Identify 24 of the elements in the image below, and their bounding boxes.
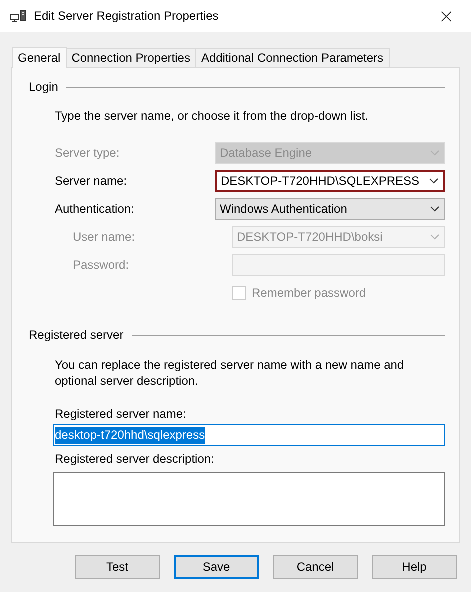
- instruction-text: Type the server name, or choose it from the drop-down list.: [54, 108, 370, 124]
- description-text: You can replace the registered server name with a new name and optional server description.: [54, 357, 406, 389]
- field-label: Authentication:: [55, 202, 136, 216]
- tab[interactable]: Connection Properties: [66, 48, 196, 67]
- dialog-button[interactable]: Cancel: [273, 555, 358, 579]
- dropdown[interactable]: Windows Authentication: [215, 198, 445, 220]
- dialog-button[interactable]: Save: [174, 555, 259, 579]
- dialog-button[interactable]: Help: [372, 555, 457, 579]
- tab[interactable]: General: [12, 47, 67, 68]
- field-label: Server type:: [55, 146, 121, 160]
- field-label: User name:: [72, 230, 136, 244]
- close-button[interactable]: ×: [432, 4, 461, 28]
- registered-name-field[interactable]: desktop-t720hhd\sqlexpress: [53, 424, 445, 446]
- tab[interactable]: Additional Connection Parameters: [195, 48, 390, 67]
- field-value: desktop-t720hhd\sqlexpress: [55, 426, 206, 444]
- group-title: Login: [29, 80, 58, 94]
- field-label: Registered server description:: [54, 452, 216, 466]
- field-label: Server name:: [55, 174, 128, 188]
- field-label: Registered server name:: [54, 407, 188, 421]
- window-title: Edit Server Registration Properties: [34, 9, 220, 23]
- dialog-button[interactable]: Test: [75, 555, 160, 579]
- group-title: Registered server: [29, 328, 124, 342]
- combo-box[interactable]: DESKTOP-T720HHD\SQLEXPRESS: [215, 170, 445, 192]
- field-label: Password:: [72, 258, 130, 272]
